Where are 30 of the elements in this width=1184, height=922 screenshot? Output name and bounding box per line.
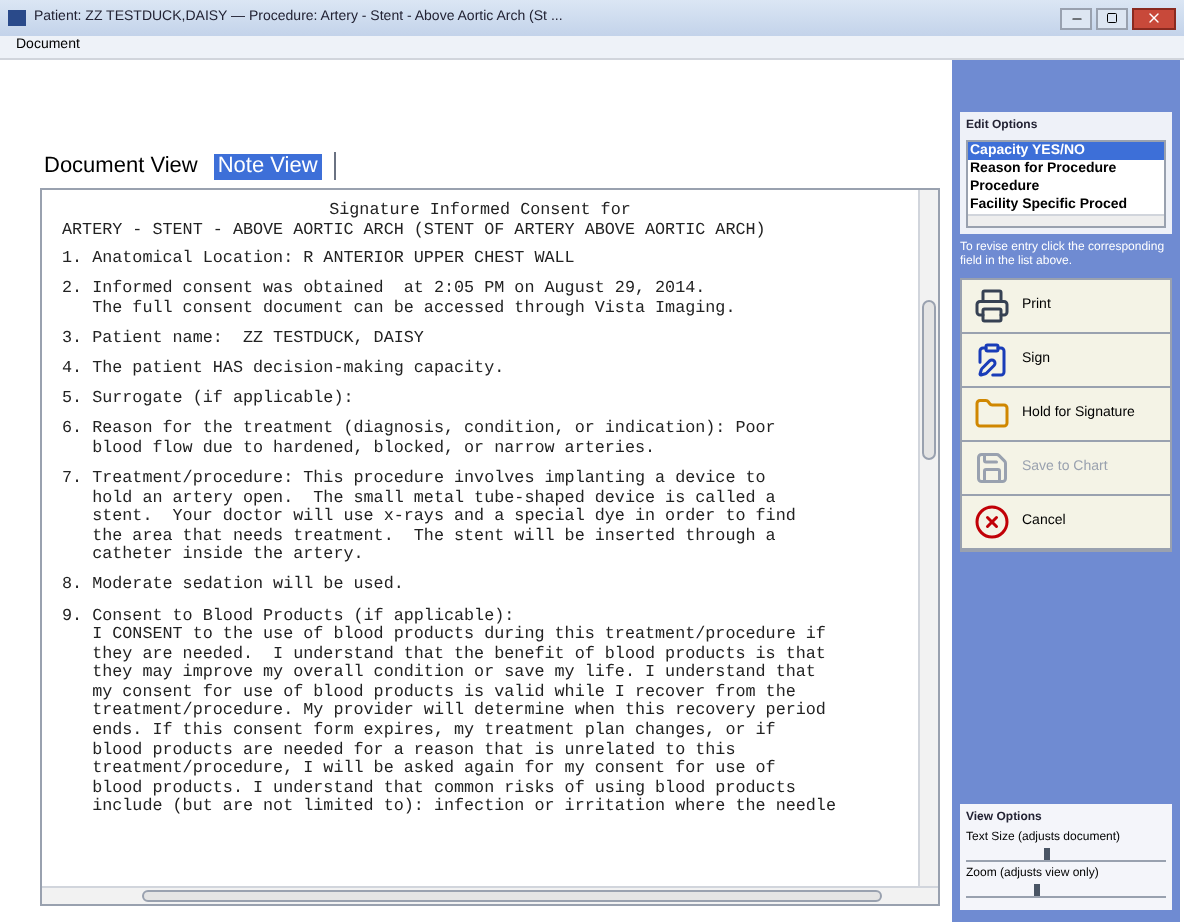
- close-button[interactable]: [1132, 7, 1176, 29]
- document-paragraph: 2. Informed consent was obtained at 2:05 PM on August 29, 2014. The full consent document can be accessed through Vista Imaging.: [62, 280, 738, 319]
- minimize-button[interactable]: [1060, 7, 1092, 29]
- vertical-scrollbar[interactable]: [918, 190, 938, 886]
- document-paragraph: 8. Moderate sedation will be used.: [62, 576, 406, 596]
- document-paragraph: 9. Consent to Blood Products (if applicable): I CONSENT to the use of blood products during this treatment/procedure if they are needed. I understand that the benefit of blood products is that they may improve my overall condition or save my life. I understand that my consent for use of blood products is valid while I recover from the treatment/procedure. My provider will determine when this recovery period ends. If this consent form expires, my treatment plan changes, or if blood products are needed for a reason that is unrelated to this treatment/procedure, I will be asked again for my consent for use of blood products. I understand that common risks of using blood products include (but are not limited to): infection or irritation where the needle: [62, 607, 838, 819]
- slider-thumb[interactable]: [1044, 848, 1050, 860]
- slider-thumb[interactable]: [1034, 884, 1040, 896]
- view-tab[interactable]: Note View: [213, 153, 322, 179]
- document-paragraph: 6. Reason for the treatment (diagnosis, condition, or indication): Poor blood flow due to hardened, blocked, or narrow arteries.: [62, 420, 778, 459]
- maximize-button[interactable]: [1096, 7, 1128, 29]
- cancel-icon: [974, 504, 1010, 540]
- printer-icon: [974, 288, 1010, 324]
- close-icon: [1146, 10, 1162, 26]
- slider-track[interactable]: [966, 848, 1166, 862]
- scrollbar-thumb[interactable]: [142, 890, 882, 902]
- document-paragraph: 4. The patient HAS decision-making capacity.: [62, 360, 507, 380]
- document-paragraph: 1. Anatomical Location: R ANTERIOR UPPER CHEST WALL: [62, 250, 577, 270]
- scrollbar-thumb[interactable]: [922, 300, 936, 460]
- horizontal-scrollbar[interactable]: [42, 886, 938, 904]
- document-paragraph: 7. Treatment/procedure: This procedure involves implanting a device to hold an artery open. The small metal tube-shaped device is called a stent. Your doctor will use x-rays and a special dye in order to find the area that needs treatment. The stent will be inserted through a catheter inside the artery.: [62, 469, 798, 566]
- folder-icon: [974, 396, 1010, 432]
- document-paragraph: 3. Patient name: ZZ TESTDUCK, DAISY: [62, 329, 426, 350]
- maximize-icon: [1106, 12, 1118, 24]
- clipboard-icon: [974, 342, 1010, 378]
- slider-track[interactable]: [966, 884, 1166, 898]
- app-icon: [8, 10, 26, 26]
- document-heading: Signature Informed Consent for ARTERY - STENT - ABOVE AORTIC ARCH (STENT OF ARTERY ABOVE AORTIC ARCH): [62, 202, 768, 241]
- document-paragraph: 5. Surrogate (if applicable):: [62, 390, 356, 410]
- view-tab[interactable]: Document View: [40, 153, 202, 179]
